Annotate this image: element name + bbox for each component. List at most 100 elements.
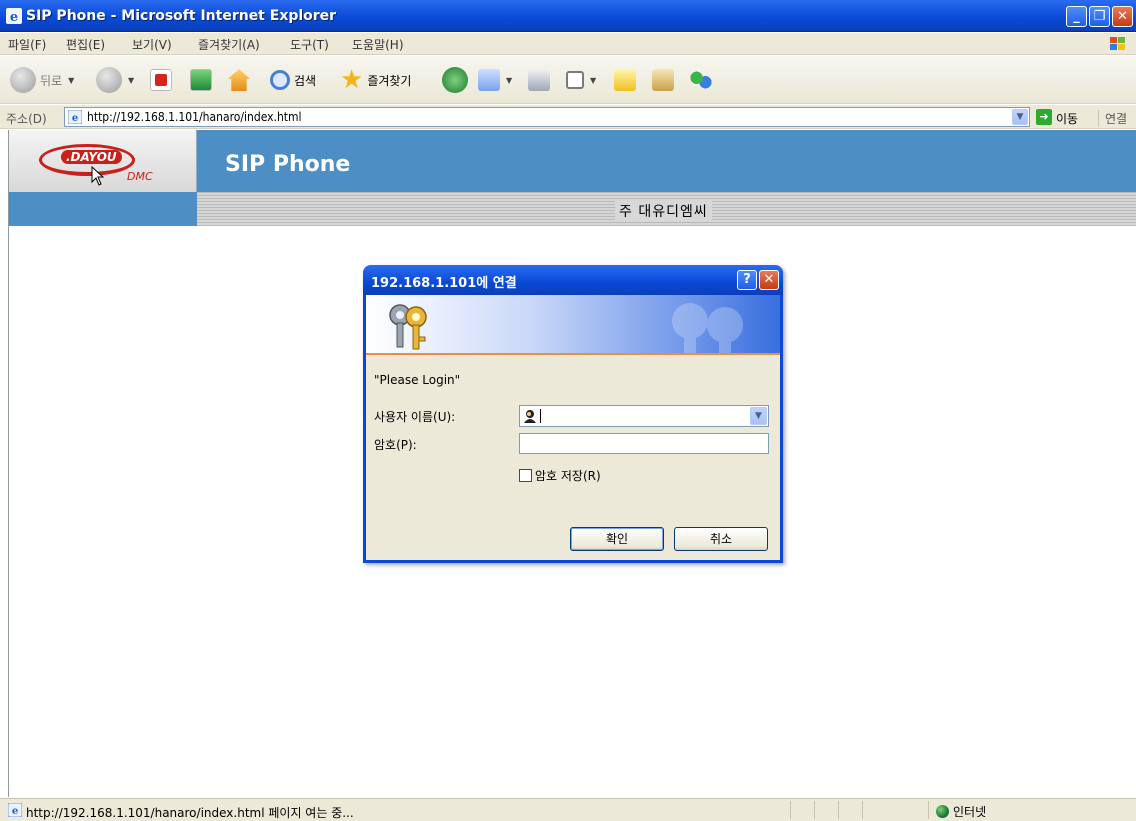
stop-button[interactable] <box>150 64 172 96</box>
home-icon <box>228 69 250 91</box>
page-icon: e <box>68 110 82 124</box>
address-bar: 주소(D) e http://192.168.1.101/hanaro/inde… <box>0 105 1136 129</box>
keys-watermark-icon <box>672 303 743 353</box>
site-title: SIP Phone <box>225 152 351 177</box>
mail-dropdown-icon[interactable]: ▼ <box>506 76 512 85</box>
links-button[interactable]: 연결 <box>1098 110 1127 127</box>
mail-icon <box>478 69 500 91</box>
research-button[interactable] <box>652 64 674 96</box>
address-url: http://192.168.1.101/hanaro/index.html <box>87 110 302 124</box>
address-label: 주소(D) <box>6 112 47 126</box>
window-title: SIP Phone - Microsoft Internet Explorer <box>26 8 337 24</box>
research-icon <box>652 69 674 91</box>
zone-label: 인터넷 <box>953 805 987 819</box>
address-input[interactable]: e http://192.168.1.101/hanaro/index.html… <box>64 107 1030 127</box>
status-panel <box>790 801 791 819</box>
status-panel <box>814 801 815 819</box>
username-dropdown-icon[interactable]: ▼ <box>750 407 767 425</box>
star-icon: ★ <box>340 65 364 95</box>
messenger-button[interactable] <box>690 64 712 96</box>
dialog-banner <box>366 295 780 355</box>
site-header: .DAYOU DMC SIP Phone <box>9 130 1136 192</box>
toolbar: 뒤로 ▼ ▼ 검색 ★ 즐겨찾기 ▼ ▼ <box>0 56 1136 104</box>
login-message: "Please Login" <box>374 373 461 387</box>
svg-text:e: e <box>10 10 18 24</box>
status-bar: e http://192.168.1.101/hanaro/index.html… <box>0 798 1136 821</box>
forward-button[interactable]: ▼ <box>96 64 134 96</box>
status-panel <box>862 801 863 819</box>
logo-text: .DAYOU <box>61 150 122 164</box>
dialog-close-icon[interactable]: ✕ <box>759 270 779 290</box>
menu-view[interactable]: 보기(V) <box>132 36 172 53</box>
edit-button[interactable]: ▼ <box>566 64 596 96</box>
user-icon <box>524 410 536 423</box>
keys-icon <box>389 304 427 350</box>
back-dropdown-icon[interactable]: ▼ <box>68 76 74 85</box>
login-dialog: 192.168.1.101에 연결 ? ✕ "Please Login" 사용자… <box>363 265 783 563</box>
cancel-button[interactable]: 취소 <box>674 527 768 551</box>
favorites-label: 즐겨찾기 <box>367 73 412 88</box>
edit-dropdown-icon[interactable]: ▼ <box>590 76 596 85</box>
remember-password-checkbox[interactable]: 암호 저장(R) <box>519 467 601 484</box>
username-label: 사용자 이름(U): <box>374 410 456 424</box>
svg-text:e: e <box>12 806 18 817</box>
menu-file[interactable]: 파일(F) <box>8 36 46 53</box>
help-icon[interactable]: ? <box>737 270 757 290</box>
ie-logo-icon: e <box>6 8 22 24</box>
search-label: 검색 <box>294 73 317 88</box>
search-button[interactable]: 검색 <box>270 64 316 96</box>
svg-text:e: e <box>72 113 78 124</box>
menu-favorites[interactable]: 즐겨찾기(A) <box>198 36 260 53</box>
logo-area[interactable]: .DAYOU DMC <box>9 130 197 192</box>
checkbox-box[interactable] <box>519 469 532 482</box>
text-caret <box>540 409 541 423</box>
dialog-title: 192.168.1.101에 연결 <box>371 276 517 291</box>
print-button[interactable] <box>528 64 550 96</box>
go-arrow-icon[interactable]: ➜ <box>1036 109 1052 125</box>
status-panel <box>838 801 839 819</box>
globe-icon <box>936 805 949 818</box>
logo-sub: DMC <box>127 170 153 183</box>
discuss-button[interactable] <box>614 64 636 96</box>
password-label: 암호(P): <box>374 438 417 452</box>
minimize-icon[interactable]: _ <box>1066 6 1087 27</box>
address-dropdown-icon[interactable]: ▼ <box>1012 109 1028 125</box>
status-message: http://192.168.1.101/hanaro/index.html 페… <box>26 806 354 820</box>
refresh-button[interactable] <box>190 64 212 96</box>
dialog-titlebar[interactable]: 192.168.1.101에 연결 ? ✕ <box>363 265 783 295</box>
mail-button[interactable]: ▼ <box>478 64 512 96</box>
go-button[interactable]: 이동 <box>1056 110 1078 127</box>
mouse-cursor-icon <box>91 166 105 186</box>
search-icon <box>270 70 290 90</box>
menu-edit[interactable]: 편집(E) <box>66 36 105 53</box>
back-arrow-icon <box>10 67 36 93</box>
history-icon <box>442 67 468 93</box>
back-label: 뒤로 <box>40 73 63 88</box>
menu-tools[interactable]: 도구(T) <box>290 36 329 53</box>
forward-arrow-icon <box>96 67 122 93</box>
username-field[interactable]: ▼ <box>519 405 769 427</box>
edit-icon <box>566 71 584 89</box>
printer-icon <box>528 69 550 91</box>
favorites-button[interactable]: ★ 즐겨찾기 <box>340 64 411 96</box>
messenger-icon <box>690 69 712 91</box>
forward-dropdown-icon[interactable]: ▼ <box>128 76 134 85</box>
company-name: 주 대유디엠씨 <box>615 201 712 221</box>
site-subbar: 주 대유디엠씨 <box>9 192 1136 226</box>
back-button[interactable]: 뒤로 ▼ <box>10 64 74 96</box>
status-panel <box>928 801 929 819</box>
restore-icon[interactable]: ❐ <box>1089 6 1110 27</box>
refresh-icon <box>190 69 212 91</box>
password-field[interactable] <box>519 433 769 454</box>
stop-icon <box>150 69 172 91</box>
note-icon <box>614 69 636 91</box>
home-button[interactable] <box>228 64 250 96</box>
menu-help[interactable]: 도움말(H) <box>352 36 404 53</box>
security-zone: 인터넷 <box>936 803 986 820</box>
history-button[interactable] <box>442 64 468 96</box>
ok-button[interactable]: 확인 <box>570 527 664 551</box>
window-titlebar[interactable]: e SIP Phone - Microsoft Internet Explore… <box>0 0 1136 32</box>
remember-password-label: 암호 저장(R) <box>535 469 601 483</box>
close-icon[interactable]: ✕ <box>1112 6 1133 27</box>
page-loading-icon: e <box>8 803 22 817</box>
